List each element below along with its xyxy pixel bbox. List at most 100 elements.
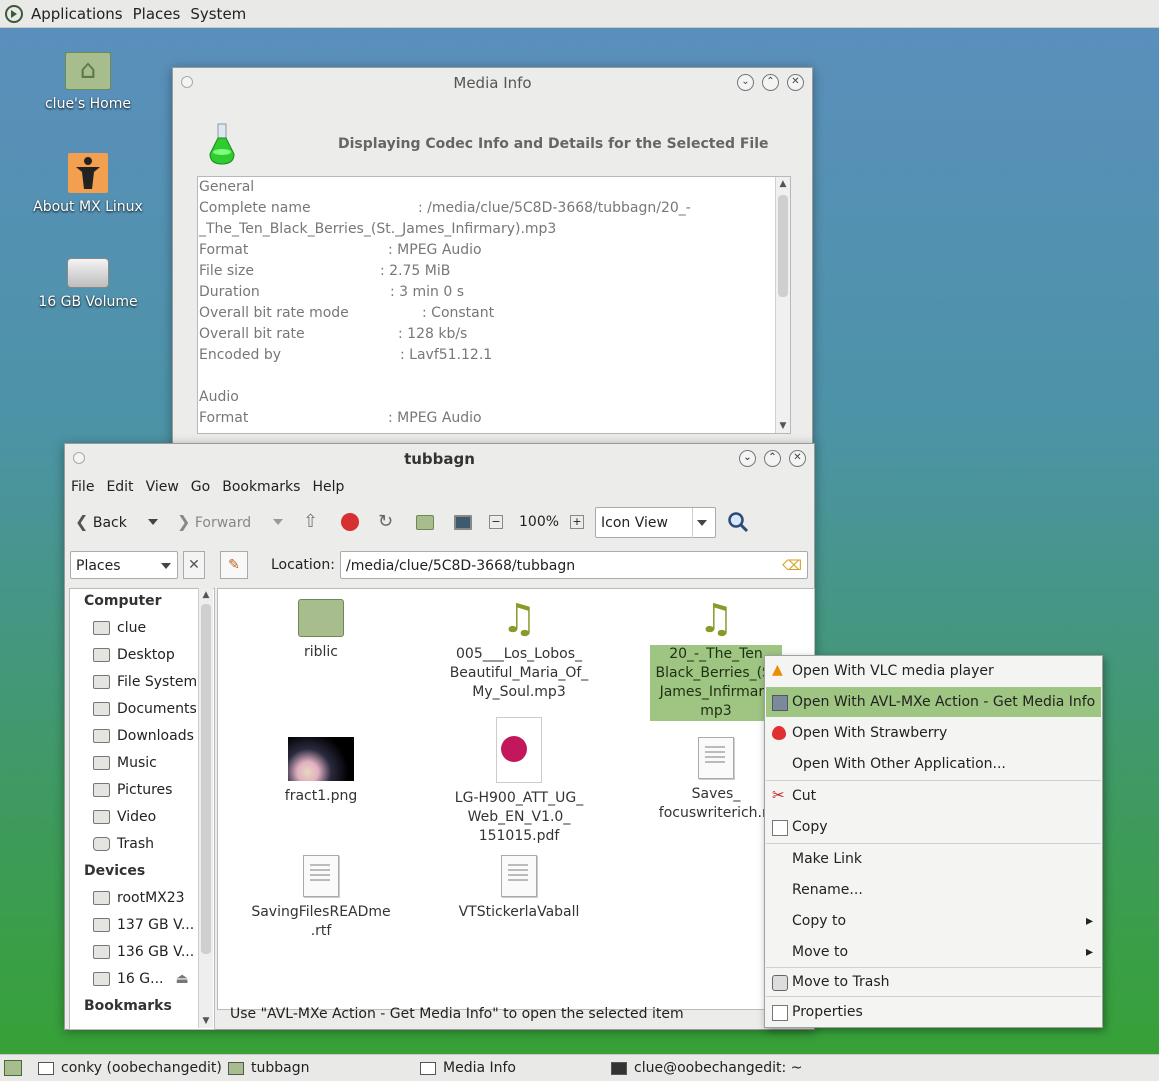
context-menu: ▲ Open With VLC media player Open With A…: [764, 655, 1103, 1028]
minimize-icon[interactable]: ⌄: [737, 74, 754, 91]
menu-item-open-vlc[interactable]: ▲ Open With VLC media player: [766, 656, 1101, 686]
document-icon: [698, 737, 734, 779]
media-info-scrollbar[interactable]: ▲ ▼: [775, 177, 790, 433]
sidebar-item-device[interactable]: 136 GB V...: [93, 944, 194, 960]
computer-button[interactable]: [454, 504, 472, 540]
sidebar-scrollbar[interactable]: ▲ ▼: [198, 588, 213, 1028]
trash-icon: [772, 975, 788, 991]
home-button[interactable]: [416, 504, 434, 540]
forward-history-dropdown[interactable]: [273, 504, 283, 540]
sidebar-item-music[interactable]: Music: [93, 755, 157, 771]
file-item[interactable]: riblic: [251, 599, 391, 662]
edit-location-icon[interactable]: ✎: [220, 551, 248, 579]
scroll-up-icon[interactable]: ▲: [199, 588, 213, 602]
image-thumbnail-icon: [288, 737, 354, 781]
sidebar-item-trash[interactable]: Trash: [93, 836, 154, 852]
system-menu[interactable]: System: [190, 5, 246, 23]
menu-go[interactable]: Go: [191, 479, 210, 495]
window-icon: [38, 1061, 54, 1075]
maximize-icon[interactable]: ⌃: [764, 450, 781, 467]
sidebar-item-clue[interactable]: clue: [93, 620, 146, 636]
show-desktop-icon[interactable]: [4, 1060, 22, 1076]
menu-item-open-other[interactable]: Open With Other Application...: [766, 749, 1101, 779]
sidebar-item-documents[interactable]: Documents: [93, 701, 197, 717]
sidebar-item-desktop[interactable]: Desktop: [93, 647, 175, 663]
scrollbar-thumb[interactable]: [201, 604, 211, 954]
document-icon: [501, 855, 537, 897]
up-button[interactable]: ⇧: [303, 504, 318, 540]
task-terminal[interactable]: clue@oobechangedit: ~: [611, 1055, 802, 1081]
forward-button[interactable]: ❯ Forward: [177, 504, 251, 540]
location-input[interactable]: /media/clue/5C8D-3668/tubbagn ⌫: [340, 551, 808, 579]
sidebar-item-device[interactable]: 16 G... ⏏: [93, 971, 189, 987]
menu-item-properties[interactable]: Properties: [766, 997, 1101, 1027]
folder-icon: [93, 783, 110, 797]
sidebar-item-pictures[interactable]: Pictures: [93, 782, 172, 798]
close-icon[interactable]: ✕: [789, 450, 806, 467]
stop-button[interactable]: [341, 504, 359, 540]
menu-item-cut[interactable]: ✂ Cut: [766, 781, 1101, 811]
task-tubbagn[interactable]: tubbagn: [228, 1055, 309, 1081]
sidebar-item-downloads[interactable]: Downloads: [93, 728, 194, 744]
eject-icon[interactable]: ⏏: [175, 971, 188, 987]
task-media-info[interactable]: Media Info: [420, 1055, 516, 1081]
file-item[interactable]: VTStickerlaVaball: [449, 855, 589, 922]
menu-view[interactable]: View: [146, 479, 179, 495]
close-side-pane-icon[interactable]: ✕: [183, 551, 205, 579]
desktop-icon-volume[interactable]: 16 GB Volume: [18, 258, 158, 310]
scroll-down-icon[interactable]: ▼: [199, 1014, 213, 1028]
back-button[interactable]: ❮ Back: [75, 504, 127, 540]
desktop-icon-about[interactable]: About MX Linux: [18, 153, 158, 215]
menu-item-make-link[interactable]: Make Link: [766, 844, 1101, 874]
media-info-titlebar[interactable]: Media Info ⌄ ⌃ ✕: [173, 68, 812, 98]
mx-logo-icon[interactable]: [5, 4, 23, 23]
minimize-icon[interactable]: ⌄: [739, 450, 756, 467]
close-icon[interactable]: ✕: [787, 74, 804, 91]
menubar: File Edit View Go Bookmarks Help: [65, 474, 814, 500]
file-item[interactable]: LG-H900_ATT_UG_ Web_EN_V1.0_ 151015.pdf: [449, 717, 589, 846]
back-history-dropdown[interactable]: [148, 504, 158, 540]
window-menu-icon[interactable]: [73, 452, 85, 464]
menu-item-copy[interactable]: Copy: [766, 812, 1101, 842]
task-conky[interactable]: conky (oobechangedit): [38, 1055, 222, 1081]
file-item[interactable]: fract1.png: [251, 737, 391, 806]
folder-icon: [228, 1061, 244, 1075]
clear-location-icon[interactable]: ⌫: [782, 552, 802, 580]
menu-file[interactable]: File: [71, 479, 94, 495]
menu-item-open-strawberry[interactable]: Open With Strawberry: [766, 718, 1101, 748]
window-menu-icon[interactable]: [181, 76, 193, 88]
zoom-in-button[interactable]: +: [570, 504, 584, 540]
places-menu[interactable]: Places: [133, 5, 181, 23]
side-pane-select[interactable]: Places: [70, 551, 178, 579]
desktop-icon-home[interactable]: clue's Home: [18, 52, 158, 112]
menu-item-move-to-trash[interactable]: Move to Trash: [766, 967, 1101, 997]
info-line: Duration: 3 min 0 s: [199, 284, 465, 300]
scroll-down-icon[interactable]: ▼: [776, 419, 790, 433]
menu-item-rename[interactable]: Rename...: [766, 875, 1101, 905]
zoom-out-icon: −: [489, 515, 503, 529]
view-mode-select[interactable]: Icon View: [595, 507, 716, 538]
media-info-textarea[interactable]: General Complete name: /media/clue/5C8D-…: [197, 176, 791, 434]
search-button[interactable]: [727, 504, 749, 540]
file-item[interactable]: SavingFilesREADme .rtf: [251, 855, 391, 941]
menu-bookmarks[interactable]: Bookmarks: [222, 479, 300, 495]
scroll-up-icon[interactable]: ▲: [776, 177, 790, 191]
reload-button[interactable]: ↻: [378, 504, 393, 540]
sidebar-item-file-system[interactable]: File System: [93, 674, 197, 690]
maximize-icon[interactable]: ⌃: [762, 74, 779, 91]
menu-item-move-to[interactable]: Move to ▸: [766, 937, 1101, 967]
menu-edit[interactable]: Edit: [106, 479, 133, 495]
scrollbar-thumb[interactable]: [778, 195, 788, 297]
music-note-icon: ♫: [501, 596, 537, 642]
menu-item-copy-to[interactable]: Copy to ▸: [766, 906, 1101, 936]
sidebar-item-device[interactable]: 137 GB V...: [93, 917, 194, 933]
file-manager-titlebar[interactable]: tubbagn ⌄ ⌃ ✕: [65, 444, 814, 474]
forward-arrow-icon: ❯: [177, 512, 191, 531]
file-item[interactable]: ♫ 005___Los_Lobos_ Beautiful_Maria_Of_ M…: [449, 599, 589, 702]
sidebar-item-device[interactable]: rootMX23: [93, 890, 185, 906]
sidebar-item-video[interactable]: Video: [93, 809, 156, 825]
zoom-out-button[interactable]: −: [489, 504, 503, 540]
menu-help[interactable]: Help: [312, 479, 344, 495]
applications-menu[interactable]: Applications: [31, 5, 123, 23]
menu-item-open-media-info[interactable]: Open With AVL-MXe Action - Get Media Inf…: [766, 687, 1101, 717]
